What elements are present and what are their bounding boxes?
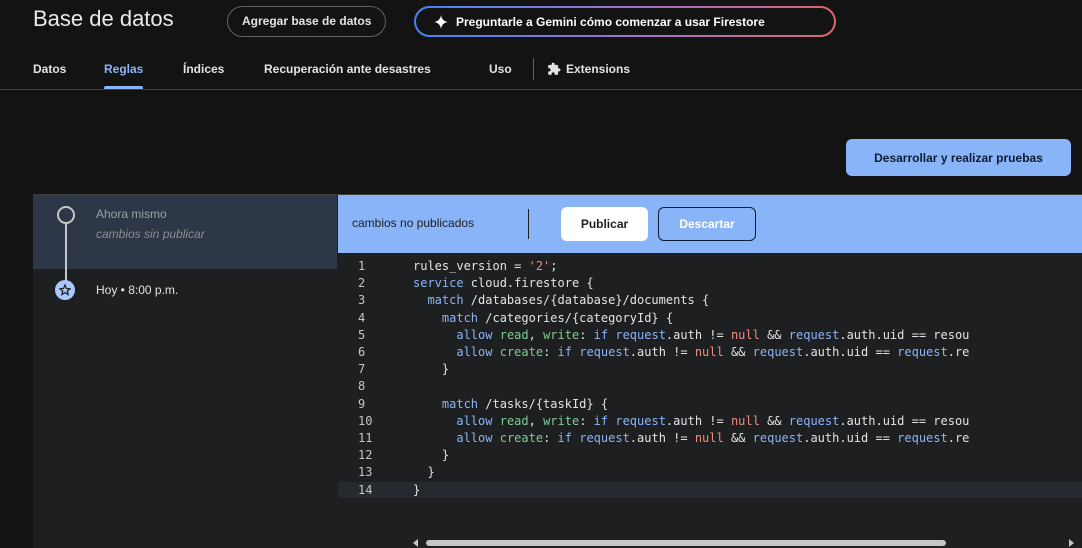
code-text[interactable]: service cloud.firestore { xyxy=(413,275,594,291)
scroll-right-icon[interactable] xyxy=(1069,539,1074,547)
develop-and-test-button[interactable]: Desarrollar y realizar pruebas xyxy=(846,139,1071,176)
tab-divider xyxy=(533,58,534,80)
code-text[interactable]: } xyxy=(413,464,434,480)
code-text[interactable]: allow create: if request.auth != null &&… xyxy=(413,344,969,360)
timeline-line xyxy=(65,223,67,285)
code-line[interactable]: 2 service cloud.firestore { xyxy=(338,275,1082,291)
circle-icon xyxy=(57,206,75,224)
code-text[interactable]: } xyxy=(413,482,420,498)
code-text[interactable]: allow create: if request.auth != null &&… xyxy=(413,430,969,446)
code-line[interactable]: 4 match /categories/{categoryId} { xyxy=(338,310,1082,326)
code-text[interactable]: } xyxy=(413,447,449,463)
line-number: 2 xyxy=(358,276,366,291)
code-line[interactable]: 9 match /tasks/{taskId} { xyxy=(338,396,1082,412)
line-number: 8 xyxy=(358,379,366,394)
code-text[interactable]: allow read, write: if request.auth != nu… xyxy=(413,413,969,429)
tab-extensions[interactable]: Extensions xyxy=(547,48,630,89)
tab-indices[interactable]: Índices xyxy=(183,48,224,89)
ask-gemini-button[interactable]: Preguntarle a Gemini cómo comenzar a usa… xyxy=(414,6,836,37)
tab-recuperacion[interactable]: Recuperación ante desastres xyxy=(264,48,431,89)
history-item-title[interactable]: Hoy • 8:00 p.m. xyxy=(96,283,178,297)
code-line[interactable]: 12 } xyxy=(338,447,1082,463)
rules-editor: cambios no publicados Publicar Descartar… xyxy=(338,195,1082,548)
discard-button[interactable]: Descartar xyxy=(658,207,756,241)
code-line[interactable]: 14} xyxy=(338,481,1082,498)
unpublished-status: cambios no publicados xyxy=(352,216,475,230)
code-line[interactable]: 10 allow read, write: if request.auth !=… xyxy=(338,413,1082,429)
rules-panel: Ahora mismo cambios sin publicar Hoy • 8… xyxy=(33,194,1082,548)
page-title: Base de datos xyxy=(33,6,174,31)
code-line[interactable]: 7 } xyxy=(338,361,1082,377)
code-line[interactable]: 1 rules_version = '2'; xyxy=(338,258,1082,274)
add-database-button[interactable]: Agregar base de datos xyxy=(227,6,387,37)
tab-uso[interactable]: Uso xyxy=(489,48,512,89)
tab-reglas[interactable]: Reglas xyxy=(104,48,144,89)
rules-history: Ahora mismo cambios sin publicar Hoy • 8… xyxy=(33,195,337,548)
gemini-sparkle-icon xyxy=(434,14,448,29)
line-number: 9 xyxy=(358,396,366,411)
history-item-subtitle: cambios sin publicar xyxy=(96,227,205,241)
line-number: 11 xyxy=(358,431,373,445)
code-text[interactable]: rules_version = '2'; xyxy=(413,258,558,274)
publish-button[interactable]: Publicar xyxy=(561,207,648,241)
code-line[interactable]: 6 allow create: if request.auth != null … xyxy=(338,344,1082,360)
line-number: 1 xyxy=(358,259,366,273)
code-editor[interactable]: 1 rules_version = '2'; 2 service cloud.fire… xyxy=(338,253,1082,537)
tab-datos[interactable]: Datos xyxy=(33,48,66,89)
code-line[interactable]: 5 allow read, write: if request.auth != … xyxy=(338,327,1082,343)
editor-toolbar: cambios no publicados Publicar Descartar xyxy=(338,195,1082,253)
code-line[interactable]: 3 match /databases/{database}/documents … xyxy=(338,292,1082,308)
code-text[interactable]: allow read, write: if request.auth != nu… xyxy=(413,327,969,343)
tab-bar: Datos Reglas Índices Recuperación ante d… xyxy=(0,48,1082,90)
line-number: 7 xyxy=(358,362,366,377)
history-item-title: Ahora mismo xyxy=(96,207,167,221)
horizontal-scrollbar[interactable] xyxy=(406,537,1082,548)
line-number: 5 xyxy=(358,327,366,342)
line-number: 6 xyxy=(358,345,366,359)
code-text[interactable]: match /tasks/{taskId} { xyxy=(413,396,608,412)
code-text[interactable]: } xyxy=(413,361,449,377)
star-icon xyxy=(55,280,75,300)
code-line[interactable]: 8 xyxy=(338,378,1082,394)
scrollbar-thumb[interactable] xyxy=(426,540,946,546)
code-line[interactable]: 11 allow create: if request.auth != null… xyxy=(338,430,1082,446)
line-number: 12 xyxy=(358,448,373,463)
history-item-current[interactable]: Ahora mismo cambios sin publicar xyxy=(33,195,337,285)
line-number: 4 xyxy=(358,310,366,325)
code-text[interactable]: match /databases/{database}/documents { xyxy=(413,292,709,308)
line-number: 14 xyxy=(358,482,373,497)
line-number: 10 xyxy=(358,413,373,428)
code-text[interactable]: match /categories/{categoryId} { xyxy=(413,310,673,326)
puzzle-icon xyxy=(548,62,561,75)
ask-gemini-label: Preguntarle a Gemini cómo comenzar a usa… xyxy=(456,14,765,29)
line-number: 13 xyxy=(358,465,373,480)
line-number: 3 xyxy=(358,293,366,308)
scroll-left-icon[interactable] xyxy=(413,539,418,547)
toolbar-divider xyxy=(528,209,529,239)
code-line[interactable]: 13 } xyxy=(338,464,1082,480)
tab-extensions-label: Extensions xyxy=(566,62,631,76)
